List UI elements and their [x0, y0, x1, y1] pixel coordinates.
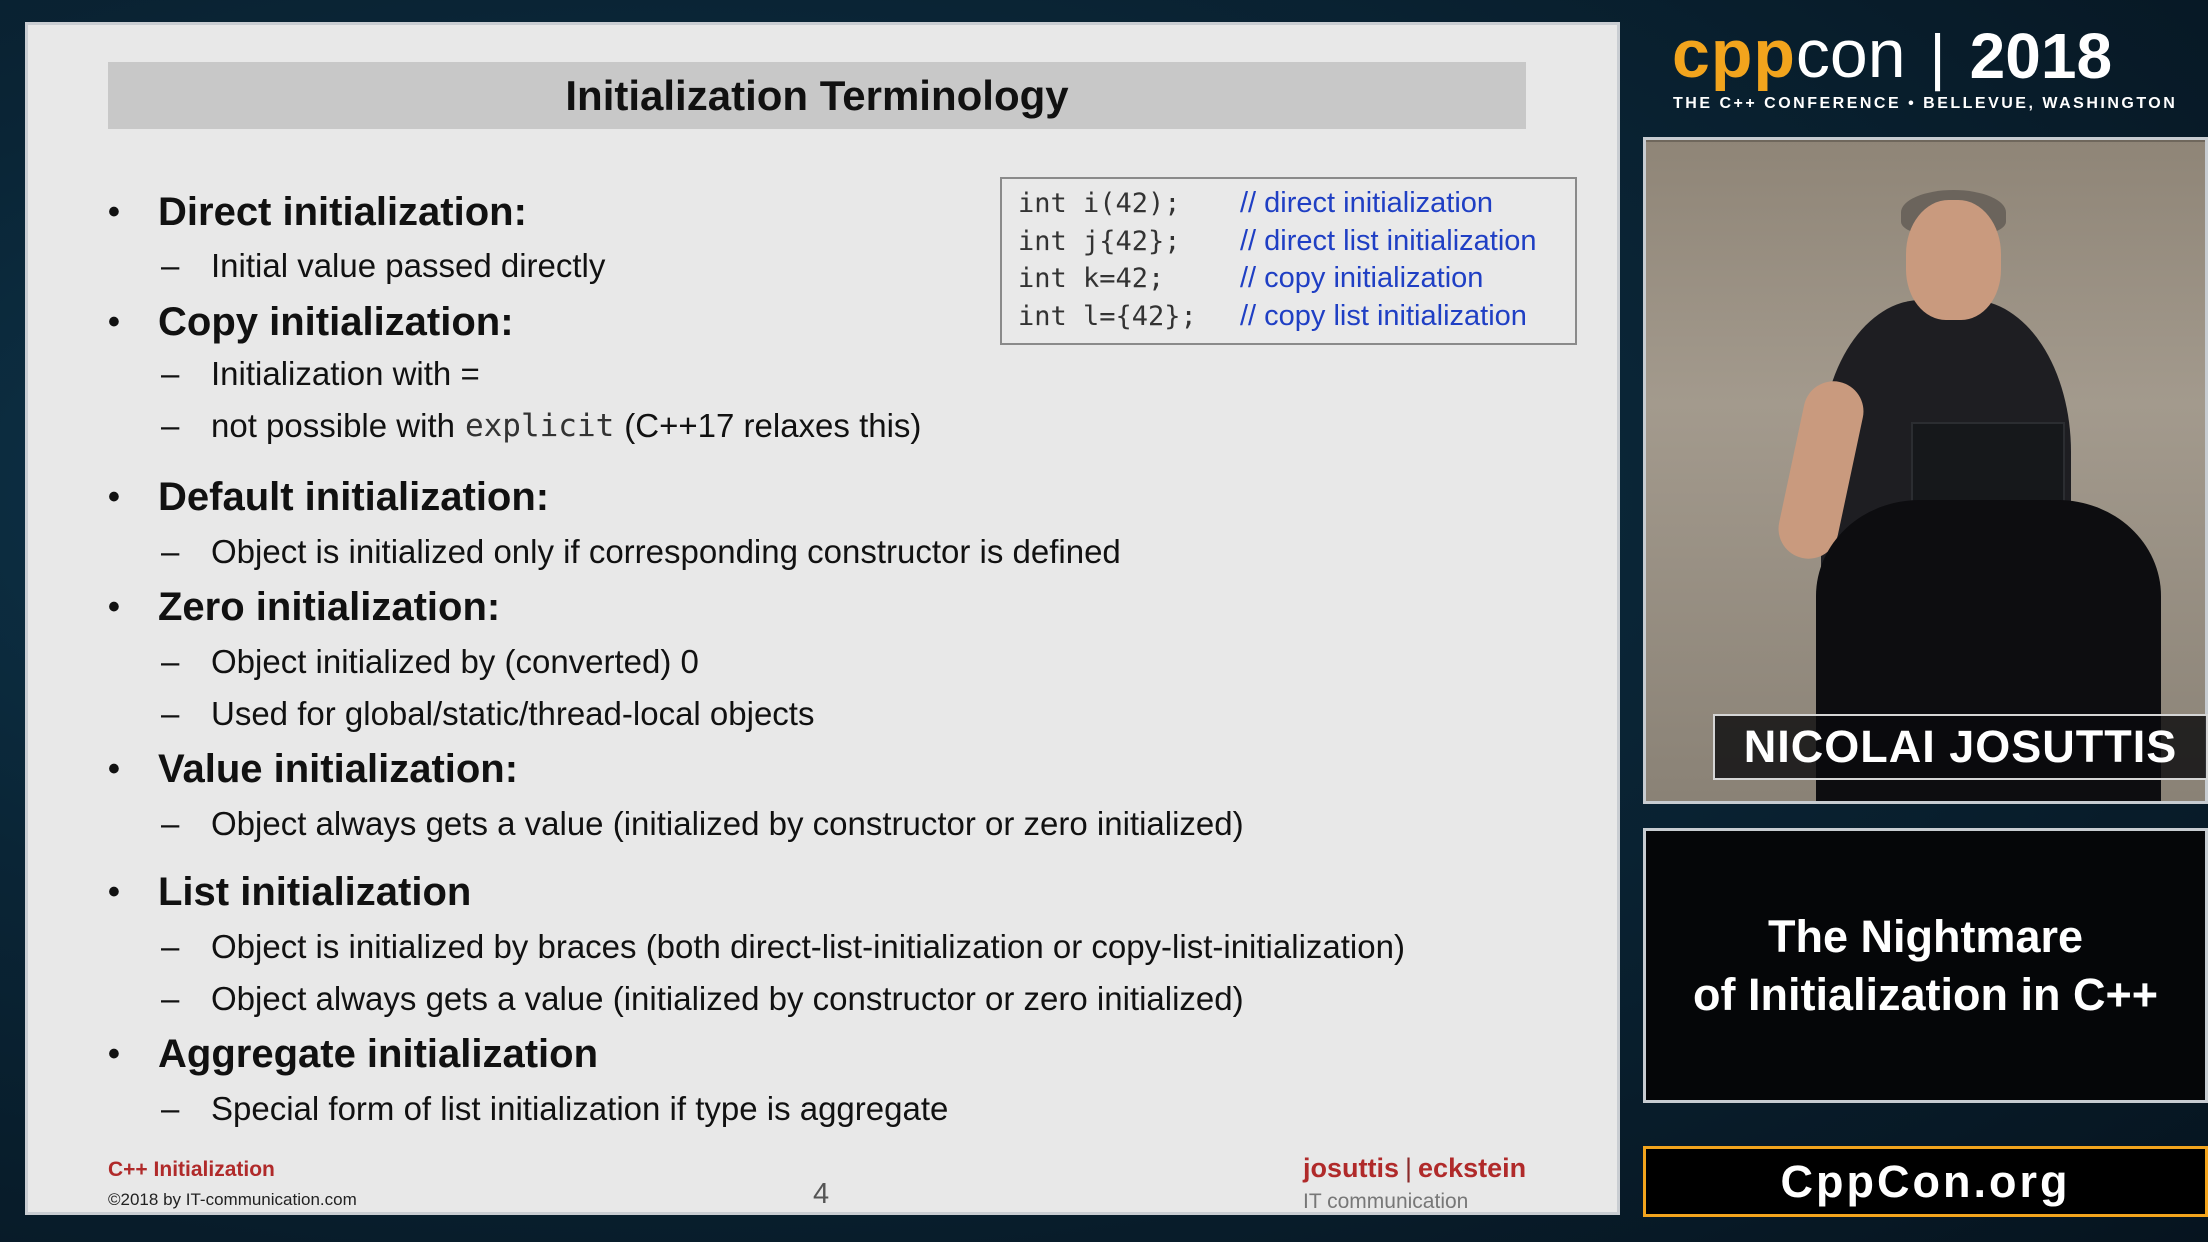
conference-subtitle: THE C++ CONFERENCE • BELLEVUE, WASHINGTO… — [1673, 95, 2178, 112]
dash-icon: – — [161, 928, 180, 965]
logo-separator: | — [1929, 23, 1946, 92]
bullet-heading: Direct initialization: — [158, 190, 527, 234]
code-text: int j{42}; — [1018, 225, 1181, 257]
bullet-heading: Zero initialization: — [158, 585, 501, 629]
bullet-aggregate-initialization: • Aggregate initialization — [108, 1032, 598, 1077]
cppcon-logo: cpp con | 2018 — [1672, 16, 2113, 93]
slide: Initialization Terminology • Direct init… — [25, 22, 1620, 1215]
bullet-icon: • — [108, 193, 120, 231]
sub-item-text: (C++17 relaxes this) — [624, 407, 922, 444]
brand-separator: | — [1405, 1153, 1413, 1183]
laptop-icon — [1911, 422, 2065, 511]
code-line: int l={42}; // copy list initialization — [1018, 298, 1575, 336]
sub-item: – Used for global/static/thread-local ob… — [161, 695, 814, 733]
talk-title-line-2: of Initialization in C++ — [1692, 968, 2159, 1020]
company-logo: josuttis | eckstein — [1303, 1153, 1526, 1184]
bullet-heading: Aggregate initialization — [158, 1032, 599, 1076]
sub-item-text: Special form of list initialization if t… — [211, 1090, 949, 1127]
dash-icon: – — [161, 695, 180, 732]
speaker-name-plate: NICOLAI JOSUTTIS — [1713, 714, 2208, 780]
sub-item-text: Object always gets a value (initialized … — [211, 980, 1244, 1017]
bullet-default-initialization: • Default initialization: — [108, 475, 549, 520]
bullet-heading: Value initialization: — [158, 747, 519, 791]
bullet-heading: List initialization — [158, 870, 472, 914]
sub-item-text: Used for global/static/thread-local obje… — [211, 695, 815, 732]
dash-icon: – — [161, 247, 180, 284]
dash-icon: – — [161, 355, 180, 392]
code-text: int k=42; — [1018, 263, 1165, 295]
sub-item-text: Object always gets a value (initialized … — [211, 805, 1244, 842]
sub-item-text: Object is initialized only if correspond… — [211, 533, 1121, 570]
code-line: int i(42); // direct initialization — [1018, 185, 1575, 223]
bullet-list-initialization: • List initialization — [108, 870, 471, 915]
talk-title-line-1: The Nightmare — [1767, 910, 2084, 962]
slide-page-number: 4 — [813, 1178, 830, 1210]
sub-item-text: Object initialized by (converted) 0 — [211, 643, 699, 680]
code-line: int k=42; // copy initialization — [1018, 260, 1575, 298]
bullet-icon: • — [108, 303, 120, 341]
bullet-copy-initialization: • Copy initialization: — [108, 300, 514, 345]
dash-icon: – — [161, 1090, 180, 1127]
logo-year: 2018 — [1969, 20, 2113, 92]
dash-icon: – — [161, 805, 180, 842]
sub-item: – Initial value passed directly — [161, 247, 605, 285]
logo-cpp: cpp — [1672, 16, 1796, 92]
sub-item: – Object is initialized only if correspo… — [161, 533, 1121, 571]
dash-icon: – — [161, 533, 180, 570]
sub-item: – Object initialized by (converted) 0 — [161, 643, 699, 681]
code-example-box: int i(42); // direct initialization int … — [1000, 177, 1577, 345]
sub-item: – Special form of list initialization if… — [161, 1090, 948, 1128]
code-comment: // copy initialization — [1240, 262, 1484, 295]
bullet-icon: • — [108, 478, 120, 516]
bullet-icon: • — [108, 588, 120, 626]
bullet-zero-initialization: • Zero initialization: — [108, 585, 500, 630]
dash-icon: – — [161, 643, 180, 680]
bullet-direct-initialization: • Direct initialization: — [108, 190, 527, 235]
sub-item-text: not possible with — [211, 407, 455, 444]
code-line: int j{42}; // direct list initialization — [1018, 223, 1575, 261]
brand-name-eckstein: eckstein — [1418, 1153, 1527, 1183]
sub-item: – Initialization with = — [161, 355, 480, 393]
speaker-figure-head — [1906, 200, 2001, 320]
code-comment: // copy list initialization — [1240, 299, 1527, 332]
bullet-icon: • — [108, 1035, 120, 1073]
code-text: int l={42}; — [1018, 300, 1197, 332]
code-comment: // direct initialization — [1240, 187, 1494, 220]
dash-icon: – — [161, 407, 180, 444]
conference-website: CppCon.org — [1643, 1146, 2208, 1217]
code-comment: // direct list initialization — [1240, 224, 1537, 257]
bullet-icon: • — [108, 873, 120, 911]
bullet-value-initialization: • Value initialization: — [108, 747, 518, 792]
slide-footer-copyright: ©2018 by IT-communication.com — [108, 1190, 357, 1209]
slide-footer-topic: C++ Initialization — [108, 1158, 275, 1181]
bullet-heading: Copy initialization: — [158, 300, 514, 344]
sub-item-text: Initialization with = — [211, 355, 480, 392]
talk-title-box: The Nightmare of Initialization in C++ — [1643, 828, 2208, 1103]
speaker-video — [1643, 137, 2208, 804]
sub-item: – Object always gets a value (initialize… — [161, 805, 1244, 843]
company-tagline: IT communication — [1303, 1190, 1469, 1213]
sub-item: – Object always gets a value (initialize… — [161, 980, 1244, 1018]
keyword-explicit: explicit — [464, 408, 615, 444]
sub-item: – not possible with explicit (C++17 rela… — [161, 407, 921, 445]
sub-item-text: Initial value passed directly — [211, 247, 606, 284]
video-wall-detail — [1646, 140, 2205, 142]
brand-name-josuttis: josuttis — [1303, 1153, 1400, 1183]
bullet-heading: Default initialization: — [158, 475, 550, 519]
dash-icon: – — [161, 980, 180, 1017]
code-text: int i(42); — [1018, 188, 1181, 220]
sub-item: – Object is initialized by braces (both … — [161, 928, 1405, 966]
logo-con: con — [1795, 16, 1906, 92]
sub-item-text: Object is initialized by braces (both di… — [211, 928, 1405, 965]
bullet-icon: • — [108, 750, 120, 788]
